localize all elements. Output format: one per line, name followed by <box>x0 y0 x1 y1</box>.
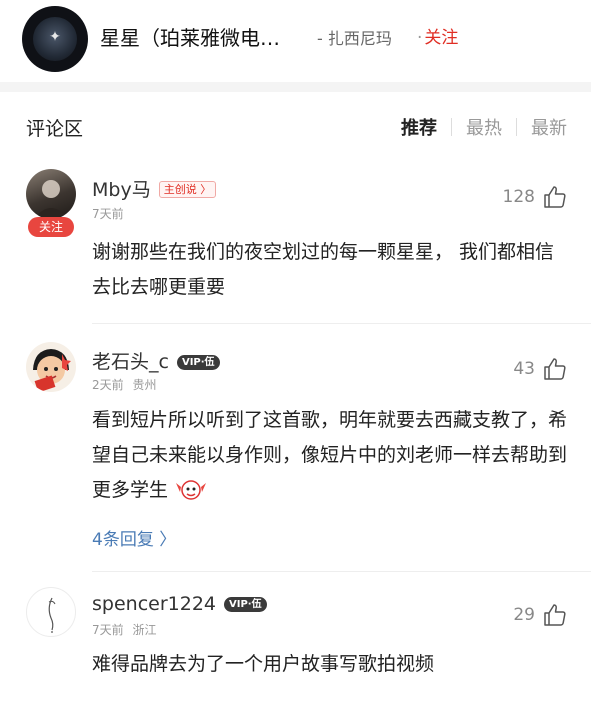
content-header: ✦ 星星（珀莱雅微电… - 扎西尼玛 · 关注 <box>0 0 591 82</box>
comment-divider <box>92 571 591 572</box>
avatar[interactable] <box>26 587 76 637</box>
comment-content: 看到短片所以听到了这首歌，明年就要去西藏支教了，希望自己未来能以身作则，像短片中… <box>92 403 567 508</box>
comment-text: 看到短片所以听到了这首歌，明年就要去西藏支教了，希望自己未来能以身作则，像短片中… <box>92 409 568 501</box>
tab-divider <box>451 118 452 136</box>
cartoon-avatar-icon <box>33 349 71 392</box>
username-text: 老石头_c <box>92 351 169 373</box>
vip-badge: VIP·伍 <box>224 597 267 612</box>
comment-username[interactable]: spencer1224 VIP·伍 <box>92 593 267 615</box>
section-separator <box>0 82 591 92</box>
header-author[interactable]: - 扎西尼玛 <box>317 25 392 49</box>
comment-content: 谢谢那些在我们的夜空划过的每一颗星星， 我们都相信去比去哪更重要 <box>92 241 555 298</box>
avatar[interactable] <box>26 169 76 219</box>
like-count: 128 <box>502 187 535 207</box>
like-count: 43 <box>513 359 535 379</box>
comment-username[interactable]: Mby马 主创说 〉 <box>92 175 217 202</box>
comment-location: 浙江 <box>132 623 157 637</box>
comment-content: 难得品牌去为了一个用户故事写歌拍视频 <box>92 653 435 675</box>
sort-tabs: 推荐 最热 最新 <box>401 114 567 140</box>
like-button[interactable]: 128 <box>503 185 567 209</box>
like-button[interactable]: 43 <box>513 357 567 381</box>
comment-meta: 7天前 浙江 <box>92 621 156 638</box>
vip-badge: VIP·伍 <box>176 355 220 370</box>
follow-button[interactable]: · 关注 <box>417 23 458 48</box>
comment-username[interactable]: 老石头_c VIP·伍 <box>92 347 220 374</box>
comment-section-title: 评论区 <box>26 118 84 140</box>
header-avatar[interactable]: ✦ <box>22 6 88 72</box>
like-button[interactable]: 29 <box>513 603 567 627</box>
follow-user-button[interactable]: 关注 <box>28 217 74 237</box>
thumbs-up-icon <box>544 604 566 626</box>
comment-meta: 2天前 贵州 <box>92 376 156 393</box>
header-title[interactable]: 星星（珀莱雅微电… <box>100 22 280 51</box>
comment-time: 7天前 <box>92 623 124 637</box>
follow-label: 关注 <box>424 28 459 48</box>
tab-recommended[interactable]: 推荐 <box>401 114 437 140</box>
person-silhouette-icon <box>34 180 68 219</box>
tab-hottest[interactable]: 最热 <box>466 114 502 140</box>
comment-time: 7天前 <box>92 207 124 221</box>
comment-divider <box>92 323 591 324</box>
like-count: 29 <box>513 605 535 625</box>
cheering-emoji-icon <box>176 480 207 500</box>
thumbs-up-icon <box>544 358 566 380</box>
avatar[interactable] <box>26 342 76 392</box>
follow-dot: · <box>417 28 423 48</box>
tab-divider <box>516 118 517 136</box>
star-icon: ✦ <box>49 29 61 45</box>
creator-badge[interactable]: 主创说 〉 <box>158 181 217 198</box>
username-text: spencer1224 <box>92 593 216 615</box>
comment-location: 贵州 <box>132 378 157 392</box>
tab-newest[interactable]: 最新 <box>531 114 567 140</box>
thumbs-up-icon <box>544 186 566 208</box>
comment-meta: 7天前 <box>92 205 124 222</box>
view-replies-link[interactable]: 4条回复 〉 <box>92 525 176 550</box>
comment-time: 2天前 <box>92 378 124 392</box>
username-text: Mby马 <box>92 179 151 201</box>
sketch-avatar-icon <box>48 597 56 633</box>
